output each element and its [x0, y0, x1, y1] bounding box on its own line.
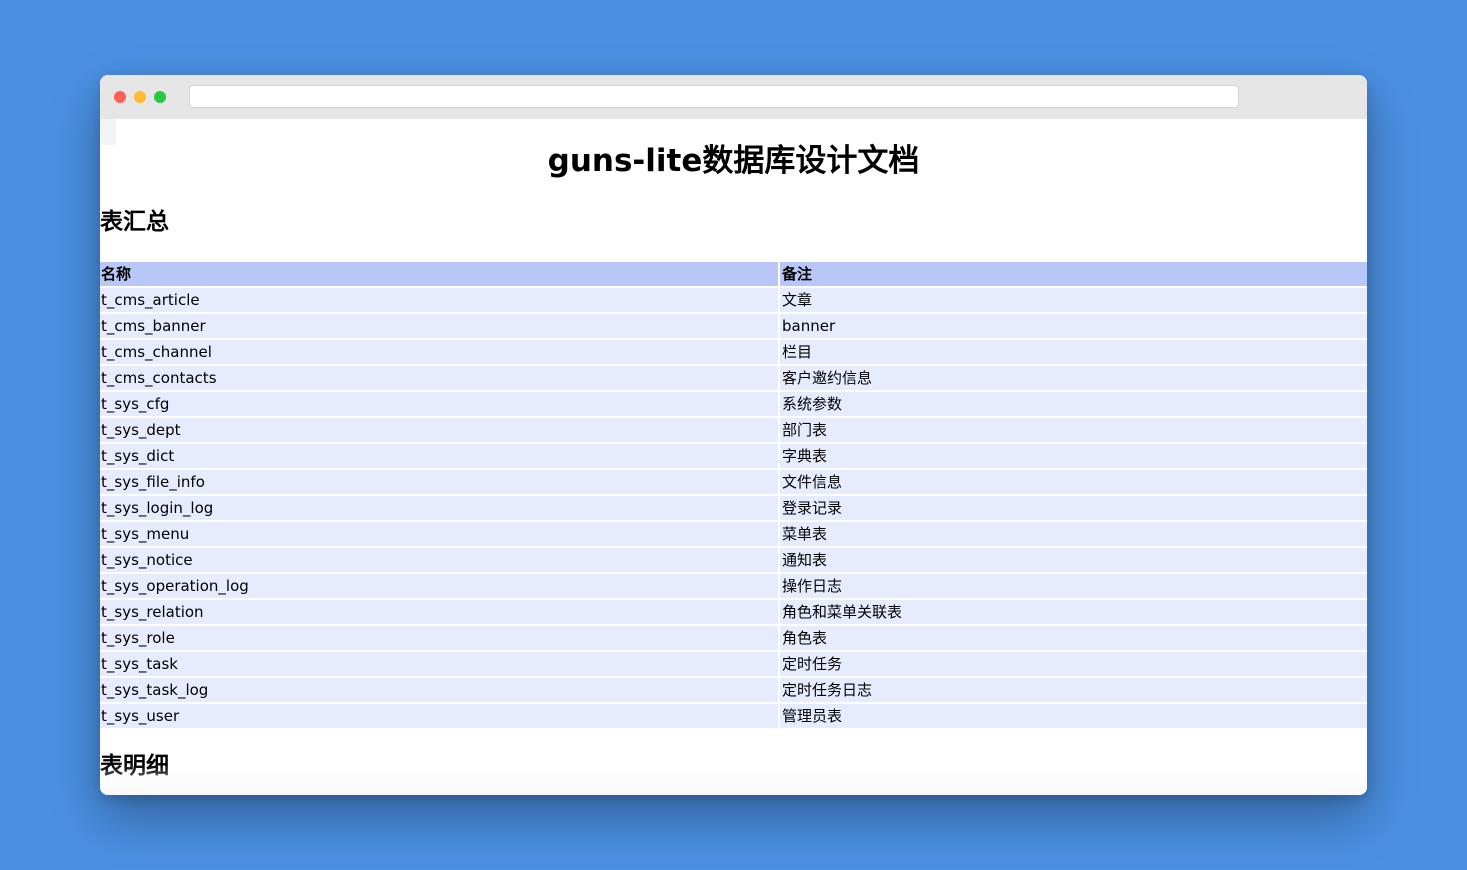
- table-name-cell: t_cms_article: [100, 288, 778, 314]
- table-row: t_cms_channel 栏目: [100, 340, 1367, 366]
- browser-titlebar: [100, 75, 1367, 119]
- table-name-cell: t_cms_channel: [100, 340, 778, 366]
- bottom-fade: [100, 765, 1367, 795]
- table-name-cell: t_sys_role: [100, 626, 778, 652]
- table-row: t_sys_file_info 文件信息: [100, 470, 1367, 496]
- maximize-window-button[interactable]: [154, 91, 166, 103]
- table-remark-cell: 文章: [778, 288, 1367, 314]
- table-remark-cell: 操作日志: [778, 574, 1367, 600]
- table-row: t_sys_cfg 系统参数: [100, 392, 1367, 418]
- table-name-cell: t_cms_banner: [100, 314, 778, 340]
- browser-window: guns-lite数据库设计文档 表汇总 名称 备注 t_cms_article…: [100, 75, 1367, 795]
- table-row: t_cms_banner banner: [100, 314, 1367, 340]
- table-remark-cell: 角色和菜单关联表: [778, 600, 1367, 626]
- table-row: t_sys_operation_log 操作日志: [100, 574, 1367, 600]
- page-title: guns-lite数据库设计文档: [547, 143, 920, 179]
- page-content: guns-lite数据库设计文档 表汇总 名称 备注 t_cms_article…: [100, 119, 1367, 795]
- close-window-button[interactable]: [114, 91, 126, 103]
- table-name-cell: t_sys_login_log: [100, 496, 778, 522]
- summary-table: 名称 备注 t_cms_article 文章 t_cms_banner bann…: [100, 262, 1367, 728]
- table-name-cell: t_sys_notice: [100, 548, 778, 574]
- table-remark-cell: 定时任务: [778, 652, 1367, 678]
- table-name-cell: t_sys_task: [100, 652, 778, 678]
- table-name-cell: t_sys_menu: [100, 522, 778, 548]
- table-remark-cell: 定时任务日志: [778, 678, 1367, 704]
- table-remark-cell: 字典表: [778, 444, 1367, 470]
- column-header-remark: 备注: [778, 262, 1367, 288]
- table-remark-cell: 栏目: [778, 340, 1367, 366]
- table-row: t_sys_task 定时任务: [100, 652, 1367, 678]
- table-remark-cell: 通知表: [778, 548, 1367, 574]
- summary-heading: 表汇总: [100, 209, 169, 235]
- table-remark-cell: 系统参数: [778, 392, 1367, 418]
- table-name-cell: t_sys_user: [100, 704, 778, 728]
- table-remark-cell: 菜单表: [778, 522, 1367, 548]
- table-remark-cell: 部门表: [778, 418, 1367, 444]
- table-row: t_cms_contacts 客户邀约信息: [100, 366, 1367, 392]
- table-name-cell: t_sys_dict: [100, 444, 778, 470]
- address-bar[interactable]: [189, 85, 1239, 108]
- table-name-cell: t_sys_relation: [100, 600, 778, 626]
- table-name-cell: t_cms_contacts: [100, 366, 778, 392]
- table-row: t_cms_article 文章: [100, 288, 1367, 314]
- table-remark-cell: 登录记录: [778, 496, 1367, 522]
- table-name-cell: t_sys_operation_log: [100, 574, 778, 600]
- table-name-cell: t_sys_file_info: [100, 470, 778, 496]
- table-row: t_sys_dict 字典表: [100, 444, 1367, 470]
- table-row: t_sys_menu 菜单表: [100, 522, 1367, 548]
- minimize-window-button[interactable]: [134, 91, 146, 103]
- table-name-cell: t_sys_cfg: [100, 392, 778, 418]
- table-header-row: 名称 备注: [100, 262, 1367, 288]
- table-name-cell: t_sys_dept: [100, 418, 778, 444]
- column-header-name: 名称: [100, 262, 778, 288]
- table-name-cell: t_sys_task_log: [100, 678, 778, 704]
- table-row: t_sys_dept 部门表: [100, 418, 1367, 444]
- table-row: t_sys_user 管理员表: [100, 704, 1367, 728]
- table-row: t_sys_role 角色表: [100, 626, 1367, 652]
- table-row: t_sys_relation 角色和菜单关联表: [100, 600, 1367, 626]
- table-remark-cell: 管理员表: [778, 704, 1367, 728]
- table-row: t_sys_login_log 登录记录: [100, 496, 1367, 522]
- detail-heading: 表明细: [100, 753, 169, 779]
- table-remark-cell: 文件信息: [778, 470, 1367, 496]
- table-remark-cell: 角色表: [778, 626, 1367, 652]
- table-row: t_sys_notice 通知表: [100, 548, 1367, 574]
- table-remark-cell: banner: [778, 314, 1367, 340]
- table-row: t_sys_task_log 定时任务日志: [100, 678, 1367, 704]
- table-remark-cell: 客户邀约信息: [778, 366, 1367, 392]
